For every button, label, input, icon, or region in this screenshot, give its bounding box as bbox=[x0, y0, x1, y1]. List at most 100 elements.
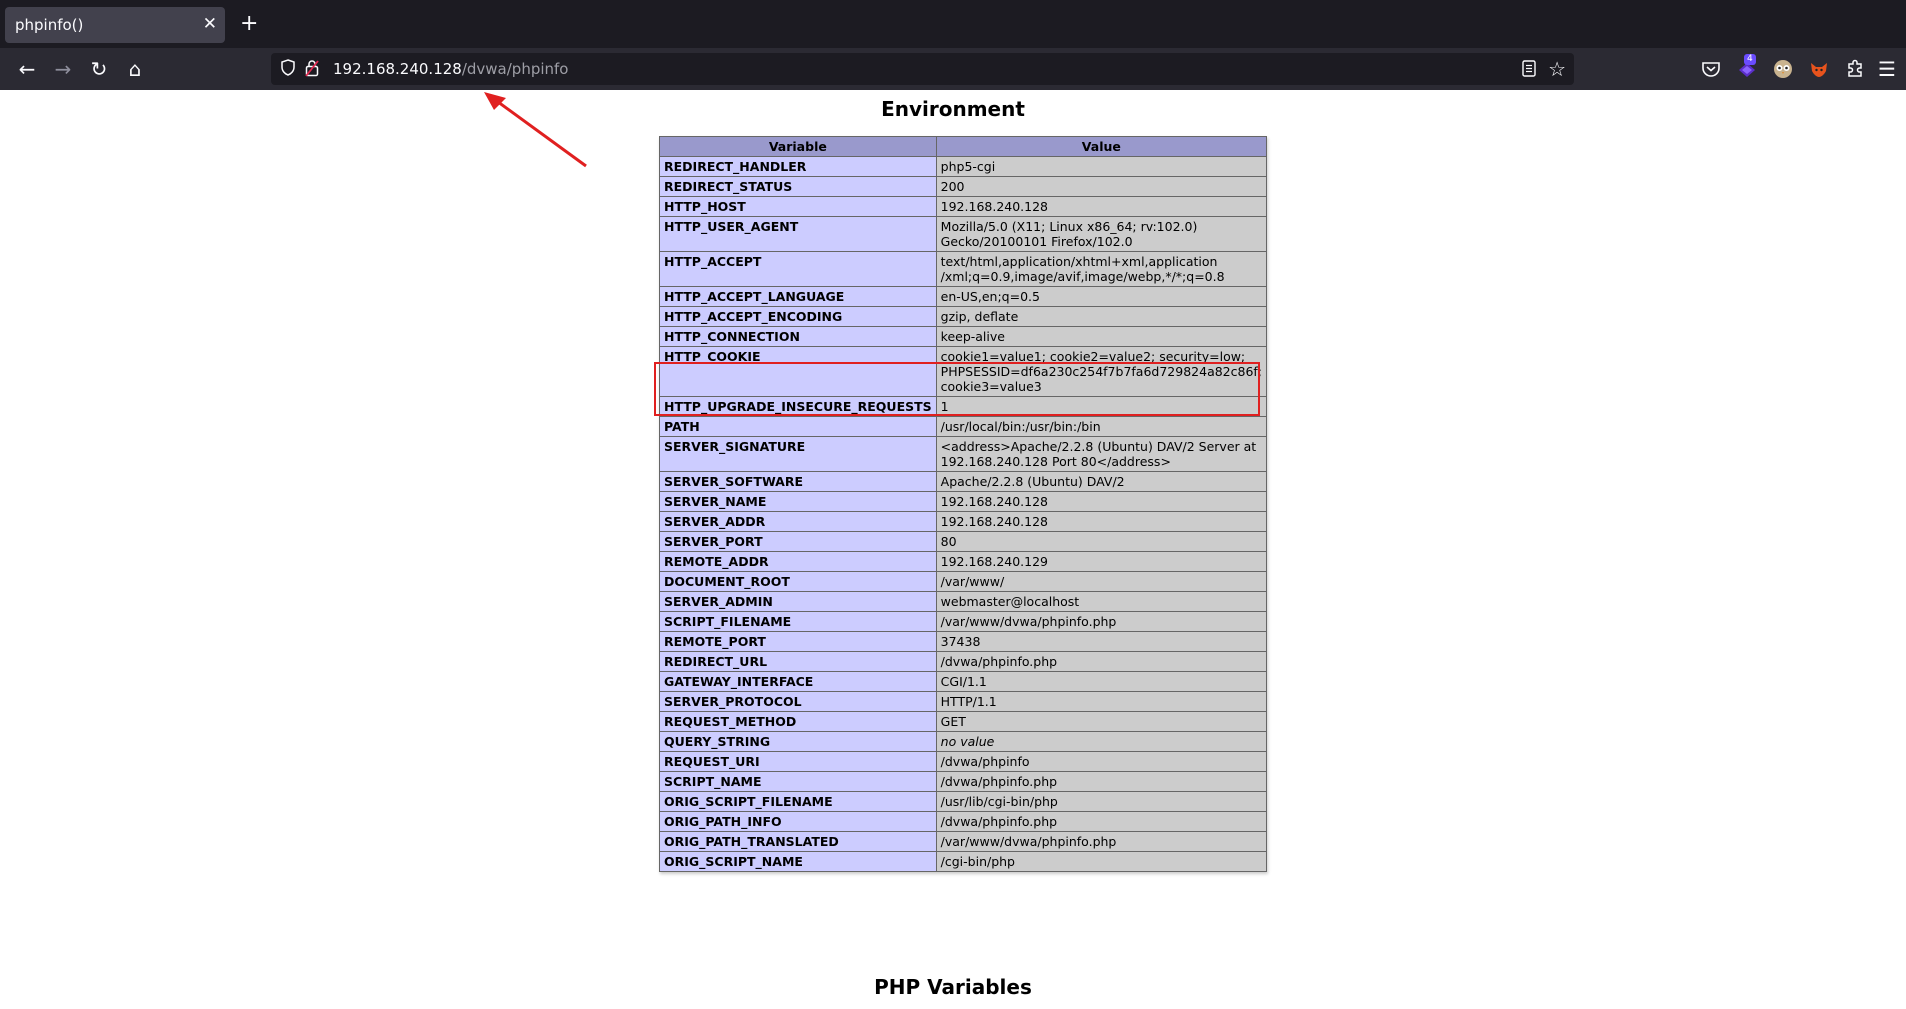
variable-value-cell: text/html,application/xhtml+xml,applicat… bbox=[935, 251, 1268, 287]
variable-value-cell: 80 bbox=[935, 531, 1268, 552]
table-row: ORIG_PATH_TRANSLATED/var/www/dvwa/phpinf… bbox=[659, 831, 1268, 852]
variable-name-cell: HTTP_HOST bbox=[659, 196, 937, 217]
variable-value-cell: 192.168.240.128 bbox=[935, 196, 1268, 217]
variable-value-cell: php5-cgi bbox=[935, 156, 1268, 177]
table-row: HTTP_ACCEPT_ENCODING gzip, deflate bbox=[659, 306, 1268, 327]
variable-name-cell: HTTP_USER_AGENT bbox=[659, 216, 937, 252]
table-row: ORIG_PATH_INFO/dvwa/phpinfo.php bbox=[659, 811, 1268, 832]
variable-column-header: Variable bbox=[659, 136, 937, 157]
tab-strip: phpinfo() ✕ + bbox=[0, 0, 1906, 48]
extension-badge: 4 bbox=[1744, 54, 1756, 65]
tab-title: phpinfo() bbox=[15, 16, 84, 34]
variable-value-cell: /dvwa/phpinfo bbox=[935, 751, 1268, 772]
puzzle-extensions-icon[interactable] bbox=[1844, 58, 1866, 80]
table-row: REDIRECT_HANDLER php5-cgi bbox=[659, 156, 1268, 177]
table-row: REQUEST_METHOD GET bbox=[659, 711, 1268, 732]
variable-name-cell: SERVER_NAME bbox=[659, 491, 937, 512]
page-content: Environment Variable Value REDIRECT_HAND… bbox=[0, 90, 1906, 1009]
variable-name-cell: SERVER_PROTOCOL bbox=[659, 691, 937, 712]
variable-name-cell: SCRIPT_NAME bbox=[659, 771, 937, 792]
table-row: ORIG_SCRIPT_NAME/cgi-bin/php bbox=[659, 851, 1268, 872]
variable-name-cell: REQUEST_METHOD bbox=[659, 711, 937, 732]
fox-extension-icon[interactable] bbox=[1808, 58, 1830, 80]
home-button[interactable]: ⌂ bbox=[120, 54, 150, 84]
variable-value-cell: CGI/1.1 bbox=[935, 671, 1268, 692]
variable-value-cell: /dvwa/phpinfo.php bbox=[935, 651, 1268, 672]
variable-name-cell: HTTP_CONNECTION bbox=[659, 326, 937, 347]
variable-value-cell: en-US,en;q=0.5 bbox=[935, 286, 1268, 307]
variable-name-cell: SERVER_SIGNATURE bbox=[659, 436, 937, 472]
variable-name-cell: REMOTE_ADDR bbox=[659, 551, 937, 572]
variable-value-cell: /usr/lib/cgi-bin/php bbox=[935, 791, 1268, 812]
variable-value-cell: HTTP/1.1 bbox=[935, 691, 1268, 712]
red-arrow-annotation bbox=[484, 92, 587, 168]
variable-name-cell: PATH bbox=[659, 416, 937, 437]
reload-button[interactable]: ↻ bbox=[84, 54, 114, 84]
url-host: 192.168.240.128 bbox=[333, 60, 462, 78]
table-header-row: Variable Value bbox=[659, 136, 1268, 157]
variable-value-cell: /usr/local/bin:/usr/bin:/bin bbox=[935, 416, 1268, 437]
navigation-toolbar: ← → ↻ ⌂ 192.168.240.128/dvwa/phpinfo ☆ 4 bbox=[0, 48, 1906, 90]
table-row: REMOTE_ADDR 192.168.240.129 bbox=[659, 551, 1268, 572]
table-row: REQUEST_URI/dvwa/phpinfo bbox=[659, 751, 1268, 772]
table-row: SERVER_PROTOCOL HTTP/1.1 bbox=[659, 691, 1268, 712]
variable-value-cell: keep-alive bbox=[935, 326, 1268, 347]
variable-name-cell: REQUEST_URI bbox=[659, 751, 937, 772]
table-row: ORIG_SCRIPT_FILENAME/usr/lib/cgi-bin/php bbox=[659, 791, 1268, 812]
table-row: SERVER_ADMIN webmaster@localhost bbox=[659, 591, 1268, 612]
variable-value-cell: 37438 bbox=[935, 631, 1268, 652]
tab-phpinfo[interactable]: phpinfo() ✕ bbox=[5, 7, 225, 43]
url-text[interactable]: 192.168.240.128/dvwa/phpinfo bbox=[333, 60, 568, 78]
bookmark-star-icon[interactable]: ☆ bbox=[1548, 57, 1566, 81]
table-row: HTTP_ACCEPT text/html,application/xhtml+x… bbox=[659, 251, 1268, 287]
table-row: SERVER_SIGNATURE <address>Apache/2.2.8 (U… bbox=[659, 436, 1268, 472]
variable-name-cell: REMOTE_PORT bbox=[659, 631, 937, 652]
variable-name-cell: REDIRECT_HANDLER bbox=[659, 156, 937, 177]
variable-value-cell: /dvwa/phpinfo.php bbox=[935, 771, 1268, 792]
variable-value-cell: 192.168.240.129 bbox=[935, 551, 1268, 572]
variable-value-cell: 200 bbox=[935, 176, 1268, 197]
new-tab-button[interactable]: + bbox=[240, 11, 258, 37]
table-row: PATH/usr/local/bin:/usr/bin:/bin bbox=[659, 416, 1268, 437]
variable-name-cell: QUERY_STRING bbox=[659, 731, 937, 752]
variable-name-cell: SERVER_PORT bbox=[659, 531, 937, 552]
table-row: QUERY_STRING no value bbox=[659, 731, 1268, 752]
forward-button[interactable]: → bbox=[48, 54, 78, 84]
variable-value-cell: /var/www/dvwa/phpinfo.php bbox=[935, 611, 1268, 632]
value-column-header: Value bbox=[935, 136, 1268, 157]
variable-value-cell: Mozilla/5.0 (X11; Linux x86_64; rv:102.0… bbox=[935, 216, 1268, 252]
table-row: SCRIPT_FILENAME/var/www/dvwa/phpinfo.php bbox=[659, 611, 1268, 632]
table-row: HTTP_ACCEPT_LANGUAGE en-US,en;q=0.5 bbox=[659, 286, 1268, 307]
table-row: SCRIPT_NAME/dvwa/phpinfo.php bbox=[659, 771, 1268, 792]
tracking-shield-icon[interactable] bbox=[281, 59, 295, 76]
variable-name-cell: HTTP_ACCEPT bbox=[659, 251, 937, 287]
variable-name-cell: SERVER_ADDR bbox=[659, 511, 937, 532]
variable-name-cell: DOCUMENT_ROOT bbox=[659, 571, 937, 592]
back-button[interactable]: ← bbox=[12, 54, 42, 84]
variable-name-cell: HTTP_ACCEPT_ENCODING bbox=[659, 306, 937, 327]
variable-name-cell: SERVER_ADMIN bbox=[659, 591, 937, 612]
variable-name-cell: REDIRECT_STATUS bbox=[659, 176, 937, 197]
table-row: SERVER_PORT 80 bbox=[659, 531, 1268, 552]
variable-value-cell: /cgi-bin/php bbox=[935, 851, 1268, 872]
table-row: REMOTE_PORT 37438 bbox=[659, 631, 1268, 652]
environment-table: Variable Value REDIRECT_HANDLER php5-cgi R… bbox=[659, 136, 1268, 872]
app-menu-button[interactable]: ☰ bbox=[1872, 54, 1902, 84]
variable-value-cell: Apache/2.2.8 (Ubuntu) DAV/2 bbox=[935, 471, 1268, 492]
pocket-icon[interactable] bbox=[1700, 58, 1722, 80]
variable-value-cell: /var/www/ bbox=[935, 571, 1268, 592]
table-row: GATEWAY_INTERFACE CGI/1.1 bbox=[659, 671, 1268, 692]
reader-view-icon[interactable] bbox=[1522, 60, 1536, 77]
close-tab-icon[interactable]: ✕ bbox=[203, 14, 217, 34]
variable-value-cell: webmaster@localhost bbox=[935, 591, 1268, 612]
table-row: SERVER_ADDR 192.168.240.128 bbox=[659, 511, 1268, 532]
url-bar[interactable]: 192.168.240.128/dvwa/phpinfo ☆ bbox=[271, 53, 1574, 85]
insecure-lock-icon[interactable] bbox=[305, 59, 319, 77]
variable-name-cell: ORIG_PATH_TRANSLATED bbox=[659, 831, 937, 852]
table-row: HTTP_CONNECTION keep-alive bbox=[659, 326, 1268, 347]
environment-heading: Environment bbox=[881, 97, 1025, 121]
variable-name-cell: SERVER_SOFTWARE bbox=[659, 471, 937, 492]
variable-value-cell: gzip, deflate bbox=[935, 306, 1268, 327]
variable-value-cell: no value bbox=[935, 731, 1268, 752]
owl-extension-icon[interactable] bbox=[1772, 58, 1794, 80]
